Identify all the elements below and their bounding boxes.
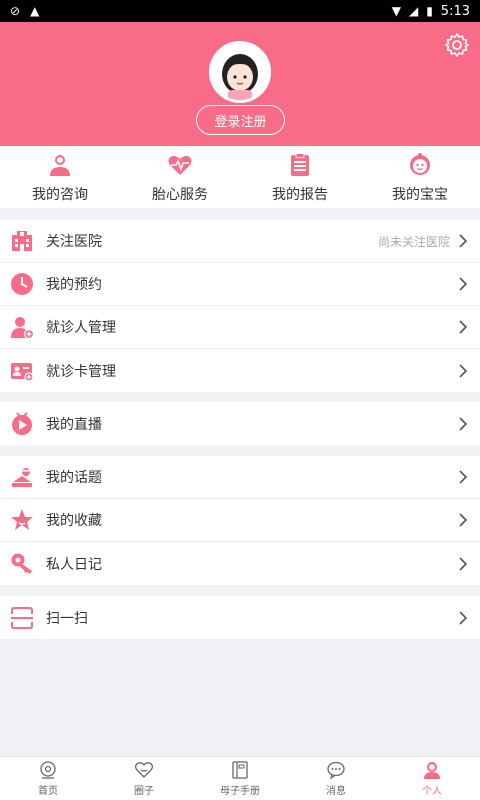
tab-label: 首页 bbox=[38, 786, 58, 797]
chevron-right-icon bbox=[459, 610, 468, 625]
tab-label: 母子手册 bbox=[220, 786, 260, 797]
quick-actions: 我的咨询 胎心服务 我的报告 我的宝宝 bbox=[0, 146, 480, 208]
menu-group-community: 我的话题 我的收藏 私人日记 bbox=[0, 456, 480, 585]
id-card-icon bbox=[10, 359, 34, 383]
notification-icon: ▲ bbox=[30, 4, 40, 18]
tab-personal[interactable]: 个人 bbox=[384, 757, 480, 800]
settings-gear-icon[interactable] bbox=[444, 32, 470, 58]
login-register-button[interactable]: 登录注册 bbox=[196, 105, 285, 135]
menu-row-my-favorites[interactable]: 我的收藏 bbox=[0, 499, 480, 542]
bottom-tab-bar: 首页 圈子 母子手册 消息 个人 bbox=[0, 756, 480, 800]
message-icon bbox=[327, 761, 345, 780]
menu-row-my-live[interactable]: 我的直播 bbox=[0, 402, 480, 445]
menu-row-my-topics[interactable]: 我的话题 bbox=[0, 456, 480, 499]
circle-heart-icon bbox=[134, 762, 154, 778]
chevron-right-icon bbox=[459, 234, 468, 248]
quick-action-label: 我的宝宝 bbox=[392, 187, 448, 203]
menu-row-follow-hospital[interactable]: 关注医院 尚未关注医院 bbox=[0, 220, 480, 263]
quick-action-label: 胎心服务 bbox=[152, 187, 208, 203]
consult-icon bbox=[50, 155, 70, 176]
menu-row-label: 扫一扫 bbox=[46, 610, 88, 627]
menu-row-label: 我的收藏 bbox=[46, 513, 102, 529]
menu-row-card-management[interactable]: 就诊卡管理 bbox=[0, 349, 480, 392]
menu-row-label: 就诊人管理 bbox=[46, 320, 116, 336]
menu-row-hint: 尚未关注医院 bbox=[377, 234, 450, 249]
patient-icon bbox=[10, 315, 34, 339]
battery-icon: ▮ bbox=[426, 4, 433, 18]
no-signal-icon: ⊘ bbox=[10, 4, 21, 18]
star-icon bbox=[10, 508, 34, 532]
chevron-right-icon bbox=[459, 556, 468, 571]
tab-home[interactable]: 首页 bbox=[0, 757, 96, 800]
quick-action-my-report[interactable]: 我的报告 bbox=[240, 146, 360, 208]
menu-row-label: 我的话题 bbox=[46, 470, 102, 486]
tab-messages[interactable]: 消息 bbox=[288, 757, 384, 800]
menu-group-scan: 扫一扫 bbox=[0, 596, 480, 639]
menu-row-patient-management[interactable]: 就诊人管理 bbox=[0, 306, 480, 349]
tab-label: 消息 bbox=[326, 786, 346, 797]
hospital-icon bbox=[10, 229, 34, 253]
chevron-right-icon bbox=[459, 277, 468, 291]
quick-action-my-baby[interactable]: 我的宝宝 bbox=[360, 146, 480, 208]
quick-action-my-consult[interactable]: 我的咨询 bbox=[0, 146, 120, 208]
menu-group-hospital: 关注医院 尚未关注医院 我的预约 就诊人管理 就诊卡管理 bbox=[0, 220, 480, 392]
chevron-right-icon bbox=[459, 416, 468, 431]
chevron-right-icon bbox=[459, 470, 468, 484]
clock-icon bbox=[10, 272, 34, 296]
menu-row-my-appointment[interactable]: 我的预约 bbox=[0, 263, 480, 306]
status-time: 5:13 bbox=[440, 3, 470, 19]
menu-row-label: 我的直播 bbox=[46, 416, 102, 433]
live-tv-icon bbox=[10, 411, 34, 436]
menu-group-live: 我的直播 bbox=[0, 402, 480, 445]
menu-row-private-diary[interactable]: 私人日记 bbox=[0, 542, 480, 585]
quick-action-fetal-heart[interactable]: 胎心服务 bbox=[120, 146, 240, 208]
avatar[interactable] bbox=[209, 41, 271, 103]
person-icon bbox=[424, 762, 440, 779]
tab-label: 个人 bbox=[422, 786, 442, 797]
profile-header: 登录注册 bbox=[0, 22, 480, 146]
chevron-right-icon bbox=[459, 363, 468, 378]
wifi-icon: ▼ bbox=[391, 4, 401, 18]
baby-face-icon bbox=[410, 153, 430, 175]
menu-row-scan[interactable]: 扫一扫 bbox=[0, 596, 480, 639]
signal-icon: ◢ bbox=[408, 4, 419, 18]
heart-pulse-icon bbox=[168, 156, 192, 175]
quick-action-label: 我的报告 bbox=[272, 187, 328, 203]
menu-row-label: 就诊卡管理 bbox=[46, 363, 116, 380]
menu-row-label: 我的预约 bbox=[46, 277, 102, 293]
status-bar: ⊘ ▲ ▼ ◢ ▮ 5:13 bbox=[0, 0, 480, 22]
scan-icon bbox=[10, 606, 34, 630]
menu-row-label: 私人日记 bbox=[46, 556, 102, 573]
clipboard-icon bbox=[291, 153, 309, 176]
tab-handbook[interactable]: 母子手册 bbox=[192, 757, 288, 800]
chevron-right-icon bbox=[459, 513, 468, 527]
tab-label: 圈子 bbox=[134, 786, 154, 797]
menu-row-label: 关注医院 bbox=[46, 234, 102, 250]
key-icon bbox=[10, 552, 34, 576]
book-icon bbox=[232, 761, 248, 779]
home-icon bbox=[40, 761, 56, 779]
topic-icon bbox=[10, 465, 34, 489]
chevron-right-icon bbox=[459, 320, 468, 334]
quick-action-label: 我的咨询 bbox=[32, 187, 88, 203]
tab-circle[interactable]: 圈子 bbox=[96, 757, 192, 800]
